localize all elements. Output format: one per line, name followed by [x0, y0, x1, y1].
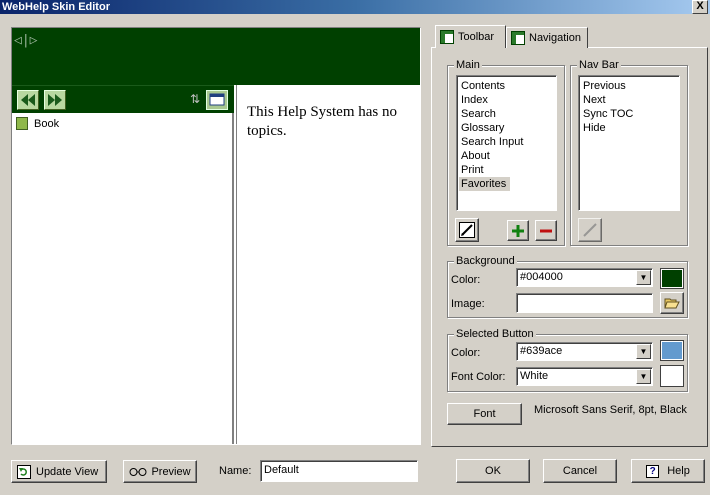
background-color-select[interactable]: #004000 ▼	[516, 268, 653, 287]
background-color-label: Color:	[451, 274, 481, 286]
preview-button[interactable]: Preview	[123, 460, 197, 483]
edit-item-button[interactable]	[455, 218, 479, 242]
refresh-icon	[17, 464, 31, 479]
font-description: Microsoft Sans Serif, 8pt, Black	[534, 404, 687, 416]
glasses-icon	[129, 467, 147, 476]
list-item[interactable]: Previous	[579, 79, 679, 93]
main-group-label: Main	[454, 59, 482, 71]
preview-hide-button[interactable]	[206, 90, 228, 110]
background-image-input[interactable]	[516, 293, 653, 313]
list-item[interactable]: Index	[457, 93, 556, 107]
double-left-arrow-icon	[21, 94, 35, 106]
help-button[interactable]: ? Help	[631, 459, 705, 483]
update-view-button[interactable]: Update View	[11, 460, 107, 483]
plus-icon	[512, 224, 524, 237]
toolbar-tab-icon	[440, 30, 454, 44]
cancel-button[interactable]: Cancel	[543, 459, 617, 483]
help-icon: ?	[646, 464, 660, 478]
double-right-arrow-icon	[48, 94, 62, 106]
remove-item-button[interactable]	[535, 220, 557, 241]
preview-header-bar	[12, 28, 420, 85]
open-folder-icon	[664, 298, 680, 309]
list-item[interactable]: Contents	[457, 79, 556, 93]
chevron-down-icon[interactable]: ▼	[636, 270, 651, 285]
tab-toolbar[interactable]: Toolbar	[435, 25, 506, 48]
toc-item[interactable]: Book	[16, 117, 59, 130]
preview-toc-pane	[12, 113, 234, 444]
minus-icon	[540, 229, 552, 232]
font-color-select[interactable]: White ▼	[516, 367, 653, 386]
font-color-label: Font Color:	[451, 371, 506, 383]
toc-item-label: Book	[34, 117, 60, 130]
selected-button-group-label: Selected Button	[454, 328, 536, 340]
navbar-items-list[interactable]: Previous Next Sync TOC Hide	[578, 75, 680, 211]
list-item[interactable]: Glossary	[457, 121, 556, 135]
tab-label: Navigation	[529, 32, 581, 44]
help-label: Help	[667, 465, 690, 477]
window-title-bar: WebHelp Skin Editor	[0, 0, 710, 14]
update-view-label: Update View	[36, 465, 99, 478]
list-item[interactable]: Sync TOC	[579, 107, 679, 121]
navbar-group-label: Nav Bar	[577, 59, 621, 71]
tab-label: Toolbar	[458, 31, 495, 43]
preview-toolbar-placeholders	[16, 81, 176, 90]
preview-label: Preview	[151, 465, 191, 478]
selected-color-select[interactable]: #639ace ▼	[516, 342, 653, 361]
font-button[interactable]: Font	[447, 403, 522, 425]
navbar-edit-button[interactable]	[578, 218, 602, 242]
edit-pencil-icon	[459, 222, 475, 238]
selected-color-label: Color:	[451, 347, 481, 359]
window-title: WebHelp Skin Editor	[2, 1, 110, 13]
book-icon	[16, 117, 28, 130]
list-item[interactable]: About	[457, 149, 556, 163]
sync-toc-icon[interactable]: ⇅	[190, 92, 200, 106]
selected-color-swatch[interactable]	[660, 340, 684, 361]
list-item[interactable]: Search Input	[457, 135, 556, 149]
preview-content-text: This Help System has no topics.	[247, 104, 397, 139]
list-item[interactable]: Hide	[579, 121, 679, 135]
main-items-list[interactable]: Contents Index Search Glossary Search In…	[456, 75, 557, 211]
add-item-button[interactable]	[507, 220, 529, 241]
name-input[interactable]: Default	[260, 460, 418, 482]
chevron-down-icon[interactable]: ▼	[636, 369, 651, 384]
preview-next-button[interactable]	[44, 90, 66, 110]
list-item[interactable]: Next	[579, 93, 679, 107]
close-window-button[interactable]: X	[692, 0, 708, 14]
tab-navigation[interactable]: Navigation	[506, 27, 588, 48]
list-item[interactable]: Search	[457, 107, 556, 121]
background-color-swatch[interactable]	[660, 268, 684, 289]
background-color-value: #004000	[520, 271, 563, 283]
window-icon	[209, 93, 225, 106]
list-item[interactable]: Print	[457, 163, 556, 177]
chevron-down-icon[interactable]: ▼	[636, 344, 651, 359]
font-color-value: White	[520, 370, 549, 382]
font-color-swatch[interactable]	[660, 365, 684, 387]
ok-button[interactable]: OK	[456, 459, 530, 483]
browse-image-button[interactable]	[660, 292, 684, 314]
edit-pencil-icon	[583, 223, 597, 237]
background-image-label: Image:	[451, 298, 485, 310]
name-label: Name:	[219, 465, 252, 477]
selected-color-value: #639ace	[520, 345, 563, 357]
preview-previous-button[interactable]	[17, 90, 39, 110]
preview-logo-text: ◁|▷	[14, 33, 38, 48]
background-group-label: Background	[454, 255, 517, 267]
navigation-tab-icon	[511, 31, 525, 45]
list-item-selected[interactable]: Favorites	[459, 177, 511, 191]
